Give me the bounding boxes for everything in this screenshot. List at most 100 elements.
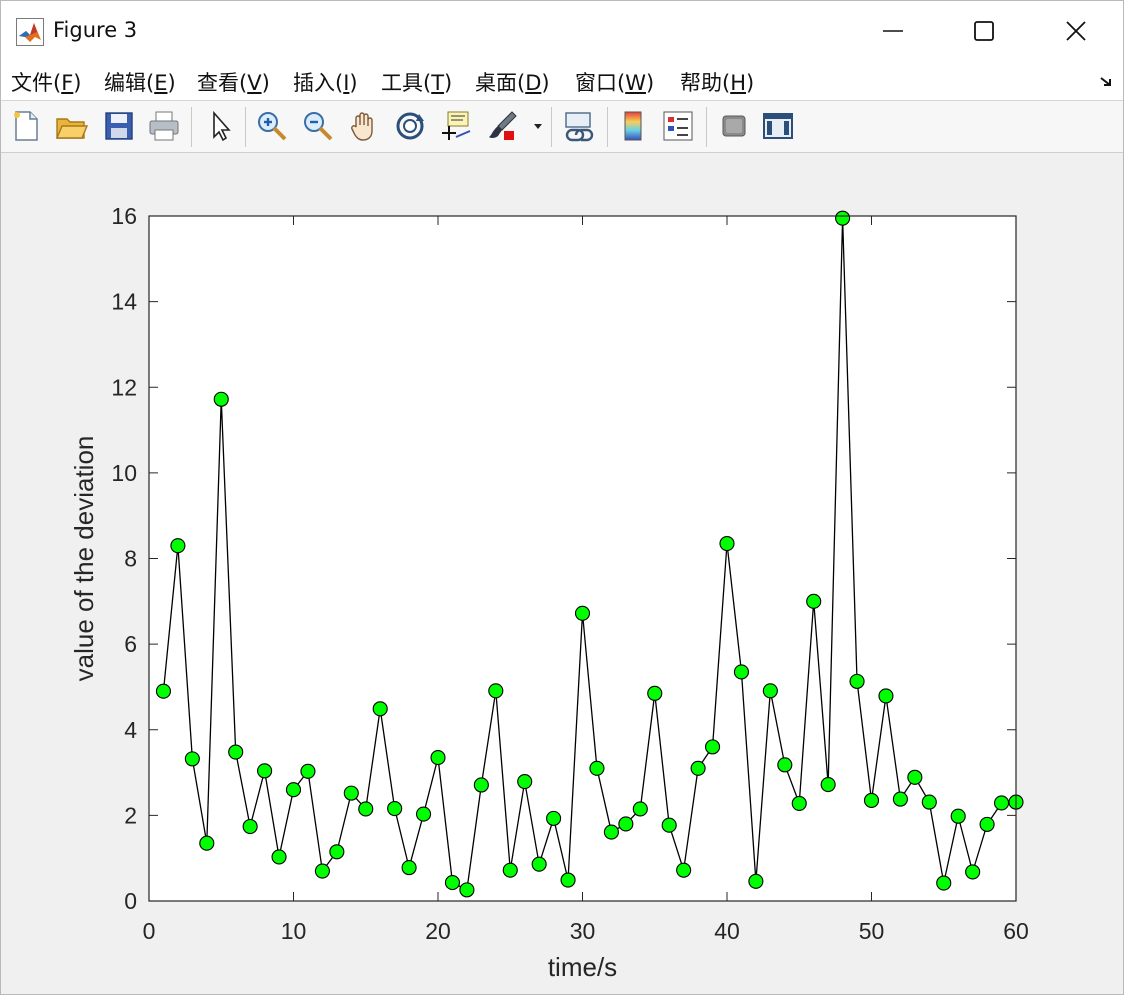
title-bar[interactable]: Figure 3 bbox=[1, 1, 1123, 61]
menu-window[interactable]: 窗口(W) bbox=[575, 67, 654, 97]
legend-icon[interactable] bbox=[661, 109, 695, 143]
data-point[interactable] bbox=[863, 792, 880, 808]
data-point[interactable] bbox=[387, 800, 403, 817]
data-point[interactable] bbox=[358, 801, 374, 817]
data-point[interactable] bbox=[574, 605, 591, 621]
data-point[interactable] bbox=[748, 873, 764, 889]
menu-insert[interactable]: 插入(I) bbox=[293, 67, 358, 97]
link-plot-icon[interactable] bbox=[561, 109, 595, 143]
dock-figure-icon[interactable] bbox=[1098, 73, 1116, 91]
data-point[interactable] bbox=[257, 763, 273, 779]
new-figure-icon[interactable] bbox=[9, 109, 43, 143]
toolbar-separator bbox=[245, 107, 246, 147]
line-plot[interactable]: 0 10 20 30 40 50 60 0 2 4 6 8 10 12 14 16 time/s value of… bbox=[1, 153, 1123, 994]
data-point[interactable] bbox=[820, 776, 836, 793]
data-point[interactable] bbox=[285, 782, 302, 798]
maximize-button[interactable] bbox=[937, 1, 1029, 61]
data-point[interactable] bbox=[965, 864, 981, 880]
data-point[interactable] bbox=[372, 701, 388, 717]
data-cursor-icon[interactable] bbox=[439, 109, 473, 143]
x-tick-label: 40 bbox=[714, 918, 740, 944]
data-point[interactable] bbox=[661, 817, 677, 833]
menu-tools[interactable]: 工具(T) bbox=[381, 67, 452, 97]
select-pointer-icon[interactable] bbox=[204, 109, 238, 143]
data-point[interactable] bbox=[546, 810, 562, 826]
y-tick-label: 16 bbox=[111, 203, 137, 229]
data-point[interactable] bbox=[199, 835, 215, 851]
data-point[interactable] bbox=[676, 862, 692, 878]
figure-canvas[interactable]: 0 10 20 30 40 50 60 0 2 4 6 8 10 12 14 16 time/s value of… bbox=[1, 153, 1123, 994]
rotate-3d-icon[interactable] bbox=[393, 109, 427, 143]
y-tick-label: 0 bbox=[124, 888, 137, 914]
data-point[interactable] bbox=[242, 818, 258, 835]
open-file-icon[interactable] bbox=[54, 109, 89, 143]
menu-view[interactable]: 查看(V) bbox=[197, 67, 270, 97]
data-point[interactable] bbox=[444, 875, 461, 891]
data-point[interactable] bbox=[979, 816, 995, 832]
data-point[interactable] bbox=[632, 801, 648, 817]
y-tick-label: 8 bbox=[124, 546, 137, 572]
pan-hand-icon[interactable] bbox=[347, 109, 381, 143]
menu-edit[interactable]: 编辑(E) bbox=[104, 67, 176, 97]
brush-dropdown-icon[interactable] bbox=[531, 109, 545, 143]
colorbar-icon[interactable] bbox=[616, 109, 650, 143]
data-point[interactable] bbox=[762, 683, 778, 699]
data-point[interactable] bbox=[849, 673, 865, 689]
menu-help[interactable]: 帮助(H) bbox=[680, 67, 754, 97]
data-point[interactable] bbox=[777, 757, 793, 773]
data-point[interactable] bbox=[950, 808, 966, 824]
data-point[interactable] bbox=[589, 760, 605, 776]
data-point[interactable] bbox=[329, 844, 345, 860]
data-point[interactable] bbox=[892, 791, 908, 807]
data-point[interactable] bbox=[228, 744, 244, 760]
close-button[interactable] bbox=[1029, 1, 1121, 61]
data-point[interactable] bbox=[704, 739, 721, 755]
data-point[interactable] bbox=[314, 863, 330, 879]
data-point[interactable] bbox=[618, 816, 634, 832]
data-point[interactable] bbox=[488, 683, 504, 699]
data-point[interactable] bbox=[300, 763, 316, 779]
data-point[interactable] bbox=[459, 882, 475, 898]
brush-icon[interactable] bbox=[486, 109, 520, 143]
data-point[interactable] bbox=[531, 856, 547, 872]
data-point[interactable] bbox=[907, 769, 923, 785]
data-point[interactable] bbox=[993, 795, 1010, 811]
data-point[interactable] bbox=[343, 785, 359, 801]
data-point[interactable] bbox=[155, 683, 171, 699]
data-point[interactable] bbox=[271, 849, 287, 865]
hide-plot-tools-icon[interactable] bbox=[717, 109, 751, 143]
data-point[interactable] bbox=[415, 806, 432, 822]
save-icon[interactable] bbox=[102, 109, 136, 143]
data-point[interactable] bbox=[921, 794, 937, 810]
zoom-in-icon[interactable] bbox=[255, 109, 289, 143]
data-point[interactable] bbox=[719, 535, 735, 552]
menu-desktop[interactable]: 桌面(D) bbox=[475, 67, 550, 97]
data-point[interactable] bbox=[733, 664, 750, 680]
data-point[interactable] bbox=[473, 777, 489, 793]
data-point[interactable] bbox=[401, 860, 417, 876]
data-point[interactable] bbox=[647, 685, 663, 701]
y-tick-label: 2 bbox=[124, 802, 137, 828]
data-point[interactable] bbox=[517, 774, 533, 790]
data-point[interactable] bbox=[835, 210, 851, 226]
print-icon[interactable] bbox=[147, 109, 181, 143]
menu-file[interactable]: 文件(F) bbox=[11, 67, 82, 97]
data-point[interactable] bbox=[878, 688, 894, 704]
data-point[interactable] bbox=[430, 750, 446, 766]
show-plot-tools-icon[interactable] bbox=[761, 109, 795, 143]
data-point[interactable] bbox=[690, 760, 706, 776]
data-point[interactable] bbox=[936, 875, 952, 891]
data-point[interactable] bbox=[170, 538, 186, 554]
axes-background[interactable] bbox=[149, 216, 1016, 901]
toolbar-separator bbox=[607, 107, 608, 147]
zoom-out-icon[interactable] bbox=[301, 109, 335, 143]
data-point[interactable] bbox=[502, 862, 518, 878]
data-point[interactable] bbox=[603, 824, 619, 840]
data-point[interactable] bbox=[213, 391, 229, 407]
data-point[interactable] bbox=[560, 872, 576, 888]
data-point[interactable] bbox=[184, 751, 200, 767]
minimize-icon bbox=[883, 30, 903, 32]
data-point[interactable] bbox=[791, 795, 807, 811]
minimize-button[interactable] bbox=[846, 1, 938, 61]
data-point[interactable] bbox=[806, 593, 822, 609]
